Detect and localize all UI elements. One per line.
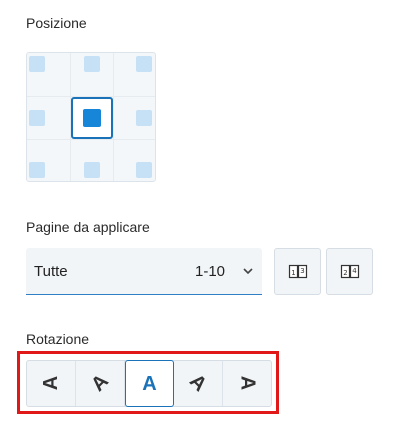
position-title: Posizione — [26, 15, 87, 31]
rotated-a-glyph: A — [40, 375, 62, 391]
rotation-button-group: A A A A A — [26, 360, 272, 407]
rotation-title: Rotazione — [26, 331, 90, 347]
position-top-center[interactable] — [71, 53, 113, 95]
position-bottom-right[interactable] — [113, 139, 155, 181]
position-marker — [84, 162, 100, 178]
position-marker — [84, 56, 100, 72]
rotated-a-glyph: A — [142, 373, 157, 395]
position-bottom-center[interactable] — [71, 139, 113, 181]
position-middle-right[interactable] — [113, 97, 155, 139]
position-marker — [29, 162, 45, 178]
position-top-left[interactable] — [27, 53, 69, 95]
position-marker — [136, 56, 152, 72]
rotate-90-button[interactable]: A — [223, 361, 272, 406]
position-marker — [136, 110, 152, 126]
svg-text:2: 2 — [343, 269, 347, 277]
pages-range: 1-10 — [195, 263, 226, 280]
position-middle-left[interactable] — [27, 97, 69, 139]
position-grid — [26, 52, 156, 182]
position-marker — [136, 162, 152, 178]
rotated-a-glyph: A — [185, 370, 211, 396]
svg-text:3: 3 — [300, 267, 304, 275]
position-marker — [29, 110, 45, 126]
rotated-a-glyph: A — [87, 370, 113, 396]
position-bottom-left[interactable] — [27, 139, 69, 181]
rotate-45-button[interactable]: A — [174, 361, 223, 406]
odd-pages-icon: 1 3 — [288, 264, 308, 279]
chevron-down-icon — [243, 268, 253, 275]
svg-text:4: 4 — [352, 267, 357, 275]
even-pages-icon: 2 4 — [340, 264, 360, 279]
odd-pages-button[interactable]: 1 3 — [274, 248, 321, 295]
rotated-a-glyph: A — [236, 375, 259, 391]
position-center[interactable] — [71, 97, 113, 139]
pages-title: Pagine da applicare — [26, 219, 150, 235]
rotate-minus-45-button[interactable]: A — [76, 361, 125, 406]
position-marker — [83, 109, 101, 127]
svg-text:1: 1 — [291, 269, 295, 277]
pages-select[interactable]: Tutte 1-10 — [26, 248, 262, 295]
rotate-minus-90-button[interactable]: A — [27, 361, 76, 406]
position-marker — [29, 56, 45, 72]
even-pages-button[interactable]: 2 4 — [326, 248, 373, 295]
pages-select-value: Tutte — [34, 263, 68, 280]
position-top-right[interactable] — [113, 53, 155, 95]
rotate-0-button[interactable]: A — [125, 360, 174, 407]
